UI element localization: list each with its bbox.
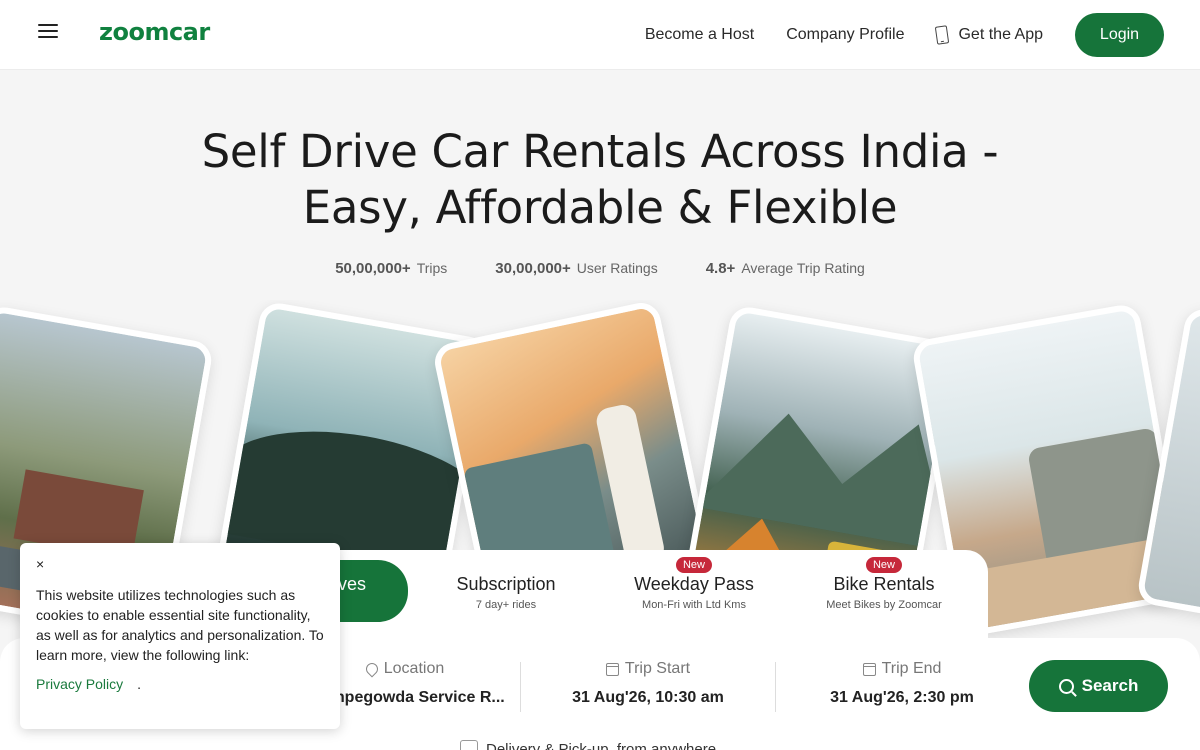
login-button[interactable]: Login xyxy=(1075,13,1164,57)
search-button[interactable]: Search xyxy=(1029,660,1168,712)
trip-start-field[interactable]: Trip Start 31 Aug'26, 10:30 am xyxy=(522,660,774,707)
privacy-policy-link[interactable]: Privacy Policy xyxy=(36,676,123,692)
new-badge: New xyxy=(865,557,903,573)
close-icon[interactable]: × xyxy=(36,557,50,571)
tab-subtitle: Meet Bikes by Zoomcar xyxy=(826,599,942,611)
top-header: zoomcar Become a Host Company Profile Ge… xyxy=(0,0,1200,70)
calendar-icon xyxy=(605,662,619,676)
zoomcar-logo[interactable]: zoomcar xyxy=(99,18,210,46)
stat-ratings: 30,00,000+ User Ratings xyxy=(495,260,657,277)
location-pin-icon xyxy=(363,660,381,678)
location-label-text: Location xyxy=(383,660,445,677)
tab-weekday-pass[interactable]: New Weekday Pass Mon-Fri with Ltd Kms xyxy=(610,557,778,622)
trip-end-value: 31 Aug'26, 2:30 pm xyxy=(830,689,974,706)
stat-value: 4.8+ xyxy=(705,260,736,277)
search-icon xyxy=(1058,678,1074,694)
trip-start-label-text: Trip Start xyxy=(624,660,691,677)
tab-bike-rentals[interactable]: New Bike Rentals Meet Bikes by Zoomcar xyxy=(800,557,968,622)
stats-row: 50,00,000+ Trips 30,00,000+ User Ratings 4… xyxy=(0,260,1200,277)
search-button-label: Search xyxy=(1081,676,1139,695)
stat-trips: 50,00,000+ Trips xyxy=(335,260,447,277)
cookie-message: This website utilizes technologies such … xyxy=(36,587,324,663)
become-host-link[interactable]: Become a Host xyxy=(645,26,754,44)
cookie-consent-popup: × This website utilizes technologies suc… xyxy=(20,543,340,729)
trip-end-field[interactable]: Trip End 31 Aug'26, 2:30 pm xyxy=(776,660,1028,707)
tab-subtitle: 7 day+ rides xyxy=(475,599,537,611)
delivery-label: Delivery & Pick-up, from anywhere xyxy=(486,740,717,750)
get-app-label: Get the App xyxy=(958,26,1043,43)
tab-subscription[interactable]: Subscription 7 day+ rides xyxy=(422,560,590,622)
title-line-2: Easy, Affordable & Flexible xyxy=(302,181,898,234)
tab-subtitle: Mon-Fri with Ltd Kms xyxy=(642,599,746,611)
stat-value: 30,00,000+ xyxy=(495,260,571,277)
get-app-link[interactable]: Get the App xyxy=(935,25,1043,45)
trip-end-label-text: Trip End xyxy=(881,660,942,677)
top-nav: Become a Host Company Profile Get the Ap… xyxy=(613,13,1164,57)
field-divider xyxy=(520,662,521,712)
new-badge: New xyxy=(675,557,713,573)
delivery-checkbox[interactable] xyxy=(460,740,478,750)
phone-icon xyxy=(935,25,950,45)
hamburger-menu-icon[interactable] xyxy=(38,24,58,40)
trip-start-label: Trip Start xyxy=(522,660,774,678)
stat-average: 4.8+ Average Trip Rating xyxy=(706,260,865,277)
tab-title: Weekday Pass xyxy=(634,574,754,594)
page-title: Self Drive Car Rentals Across India - Ea… xyxy=(100,124,1100,236)
cookie-period: . xyxy=(137,676,142,692)
delivery-option[interactable]: Delivery & Pick-up, from anywhere xyxy=(460,740,716,750)
trip-end-label: Trip End xyxy=(776,660,1028,678)
title-line-1: Self Drive Car Rentals Across India - xyxy=(201,125,999,178)
stat-label: Average Trip Rating xyxy=(741,260,865,276)
stat-label: Trips xyxy=(416,260,448,276)
trip-start-value: 31 Aug'26, 10:30 am xyxy=(572,689,724,706)
tab-title: Bike Rentals xyxy=(833,574,935,594)
calendar-icon xyxy=(862,662,876,676)
stat-label: User Ratings xyxy=(576,260,658,276)
stat-value: 50,00,000+ xyxy=(335,260,411,277)
tab-title: Subscription xyxy=(456,574,556,594)
company-profile-link[interactable]: Company Profile xyxy=(786,26,904,44)
